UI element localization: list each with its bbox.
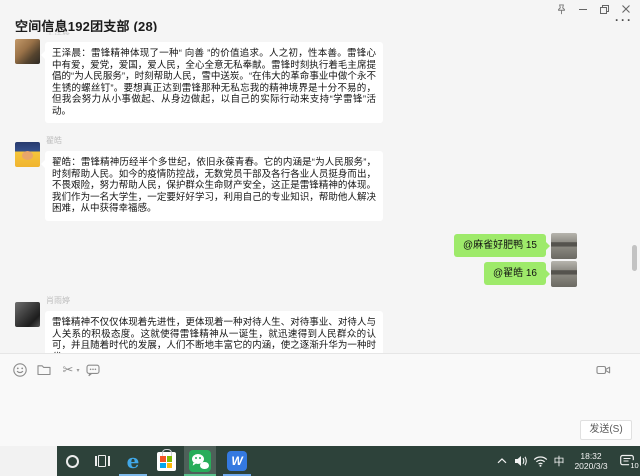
taskbar-clock[interactable]: 18:32 2020/3/3 <box>568 446 614 476</box>
windows-taskbar: e W 中 18:32 2020/3/3 10 <box>0 446 640 476</box>
video-call-icon[interactable] <box>594 361 612 379</box>
store-taskbar-button[interactable] <box>152 446 180 476</box>
avatar-xiaoyuting[interactable] <box>15 302 40 327</box>
composer-panel: ✂ ▾ 发送(S) <box>0 353 640 446</box>
outgoing-message-bubble[interactable]: @麻雀好肥鸭 15 <box>454 234 546 257</box>
group-more-button[interactable]: ··· <box>612 12 636 28</box>
message-bubble[interactable]: 雷锋精神不仅仅体现着先进性，更体现着一种对待人生、对待事业、对待人与人关系的积极… <box>45 311 383 353</box>
date-text: 2020/3/3 <box>574 461 607 471</box>
time-text: 18:32 <box>580 451 601 461</box>
microsoft-store-icon <box>157 452 176 471</box>
cortana-icon <box>66 455 79 468</box>
sender-name: 翟皓 <box>46 135 62 146</box>
minimize-button[interactable] <box>575 3 591 15</box>
edge-icon: e <box>127 451 140 471</box>
outgoing-message-bubble[interactable]: @翟皓 16 <box>484 262 546 285</box>
clipped-sender-label: 王泽晨 <box>46 32 70 35</box>
chat-history-icon[interactable] <box>84 361 102 379</box>
avatar-self[interactable] <box>551 261 577 287</box>
ime-indicator[interactable]: 中 <box>550 446 568 476</box>
wps-icon: W <box>227 451 247 471</box>
wechat-window: 空间信息192团支部 (28) ··· 王泽晨 王泽晨：雷锋精神体现了一种“ 向… <box>0 0 640 476</box>
wechat-taskbar-button[interactable] <box>184 446 216 476</box>
message-list[interactable]: 王泽晨 王泽晨：雷锋精神体现了一种“ 向善 ”的价值追求。人之初，性本善。雷锋心… <box>0 32 640 353</box>
send-file-icon[interactable] <box>35 361 53 379</box>
chat-scrollbar[interactable] <box>632 245 637 271</box>
wps-taskbar-button[interactable]: W <box>222 446 252 476</box>
cortana-button[interactable] <box>58 446 86 476</box>
task-view-icon <box>95 455 110 467</box>
volume-icon[interactable] <box>512 446 530 476</box>
title-bar: 空间信息192团支部 (28) ··· <box>0 0 640 32</box>
message-bubble[interactable]: 王泽晨：雷锋精神体现了一种“ 向善 ”的价值追求。人之初，性本善。雷锋心中有爱，… <box>45 42 383 123</box>
avatar-self[interactable] <box>551 233 577 259</box>
pin-icon[interactable] <box>553 3 569 15</box>
action-center-button[interactable]: 10 <box>616 446 640 476</box>
window-corner-remnant <box>0 446 57 476</box>
restore-button[interactable] <box>596 3 612 15</box>
notification-badge: 10 <box>629 460 640 471</box>
wifi-icon[interactable] <box>531 446 549 476</box>
emoji-icon[interactable] <box>11 361 29 379</box>
task-view-button[interactable] <box>88 446 116 476</box>
tray-expand-chevron-icon[interactable] <box>494 446 510 476</box>
avatar-wangzechen[interactable] <box>15 39 40 64</box>
screenshot-dropdown-icon[interactable]: ▾ <box>74 361 82 379</box>
wechat-icon <box>189 450 211 472</box>
message-input[interactable] <box>12 384 628 440</box>
sender-name: 肖雨婷 <box>46 295 70 306</box>
send-button[interactable]: 发送(S) <box>580 420 632 440</box>
edge-taskbar-button[interactable]: e <box>118 446 148 476</box>
avatar-zhaihao[interactable] <box>15 142 40 167</box>
message-bubble[interactable]: 翟皓：雷锋精神历经半个多世纪，依旧永葆青春。它的内涵是“为人民服务”，时刻帮助人… <box>45 151 383 221</box>
